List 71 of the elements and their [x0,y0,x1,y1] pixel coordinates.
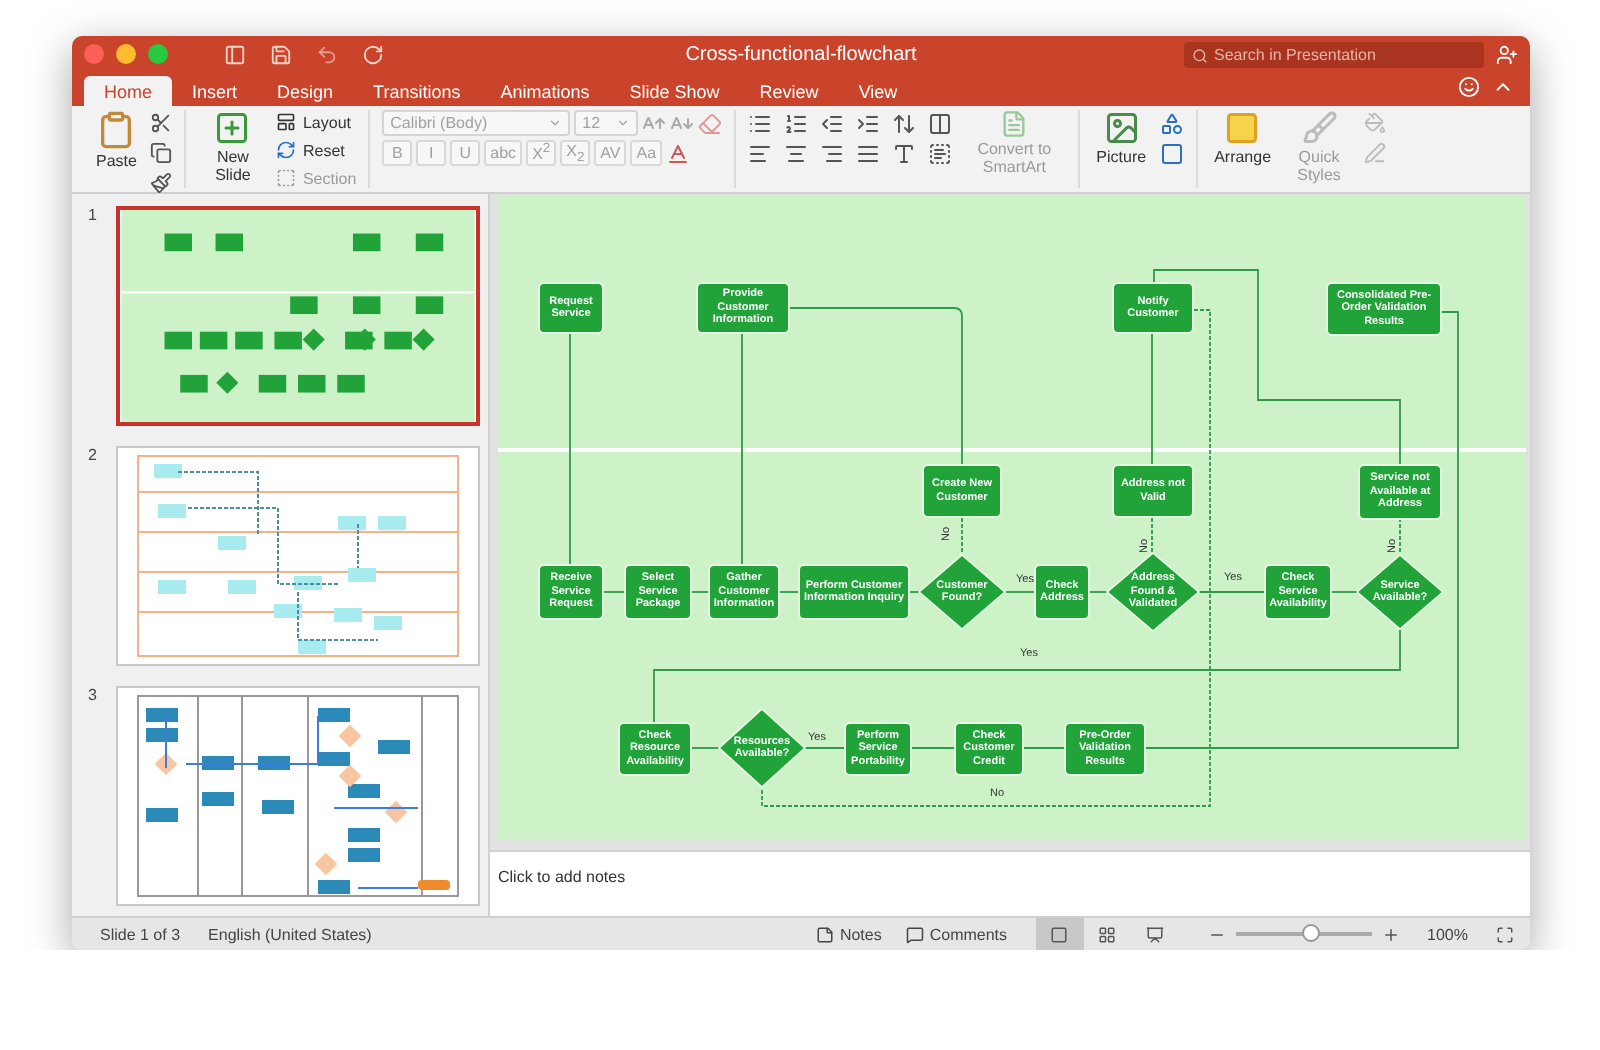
outdent-icon[interactable] [820,110,845,136]
connector-line [603,591,625,593]
language-label: English (United States) [208,925,372,943]
arrange-button[interactable]: Arrange [1210,110,1276,166]
save-icon[interactable] [270,41,292,67]
slide-thumbnail[interactable] [116,446,480,666]
numbering-icon[interactable] [784,110,809,136]
ribbon-tab[interactable]: Review [739,76,839,106]
connector-line [691,747,723,749]
indent-icon[interactable] [856,110,881,136]
text-box-icon[interactable] [1160,140,1185,166]
slide-counter: Slide 1 of 3 [100,925,181,943]
search-field[interactable]: Search in Presentation [1184,41,1484,67]
font-color-icon[interactable] [666,140,691,166]
notes-button[interactable]: Notes [815,925,882,943]
scissors-icon[interactable] [150,110,173,136]
caret-icon [616,116,631,130]
comments-button[interactable]: Comments [905,925,1008,943]
zoom-percent: 100% [1427,925,1468,943]
smiley-icon[interactable] [1458,74,1480,100]
ribbon-tab[interactable]: Insert [172,76,258,106]
slide-thumbnail[interactable] [116,686,480,906]
columns-icon[interactable] [928,110,953,136]
line-spacing-icon[interactable] [892,110,917,136]
zoom-slider-thumb[interactable] [1301,924,1320,942]
layout-icon [276,112,297,132]
align-left-icon[interactable] [748,140,773,166]
picture-icon [1103,110,1140,146]
align-center-icon[interactable] [784,140,809,166]
search-icon [1192,47,1208,63]
align-right-icon[interactable] [820,140,845,166]
ribbon-tab[interactable]: Animations [480,76,610,106]
picture-button[interactable]: Picture [1092,110,1151,166]
arrange-icon [1224,110,1261,146]
new-slide-button[interactable]: New Slide [198,110,267,184]
caret-icon [548,116,563,130]
connector-line [691,591,709,593]
brush-icon [1301,110,1338,146]
clipboard-icon [96,110,137,150]
slide-number: 3 [88,686,96,708]
copy-icon[interactable] [150,140,173,166]
reset-button[interactable]: Reset [276,138,357,162]
ribbon-tab[interactable]: Transitions [353,76,481,106]
smartart-icon [1000,110,1029,138]
sidebar-toggle-icon[interactable] [224,41,246,67]
notes-placeholder: Click to add notes [498,868,626,886]
layout-button[interactable]: Layout [276,110,357,134]
justify-icon[interactable] [856,140,881,166]
ribbon-tab[interactable]: View [838,76,918,106]
normal-view-icon[interactable] [1035,918,1084,950]
add-person-icon[interactable] [1496,41,1518,67]
redo-icon[interactable] [362,41,384,67]
window-title: Cross-functional-flowchart [685,43,917,65]
ribbon-tab[interactable]: Design [257,76,354,106]
ribbon-tab[interactable]: Home [84,76,173,106]
minimize-button[interactable] [116,44,136,64]
notes-area[interactable]: Click to add notes [490,850,1530,916]
comment-icon [905,925,924,943]
paintbrush-icon[interactable] [150,170,173,196]
ribbon-tab[interactable]: Slide Show [609,76,740,106]
new-slide-icon [214,110,251,146]
slide-number: 2 [88,446,96,468]
slide-thumbnail[interactable] [116,206,480,426]
text-direction-icon[interactable] [892,140,917,166]
notes-icon [815,925,834,943]
slide-number: 1 [88,206,96,228]
reset-icon [276,140,297,160]
align-text-icon[interactable] [928,140,953,166]
section-icon [276,168,297,188]
paste-button[interactable]: Paste [92,110,141,170]
shapes-icon[interactable] [1160,110,1185,136]
